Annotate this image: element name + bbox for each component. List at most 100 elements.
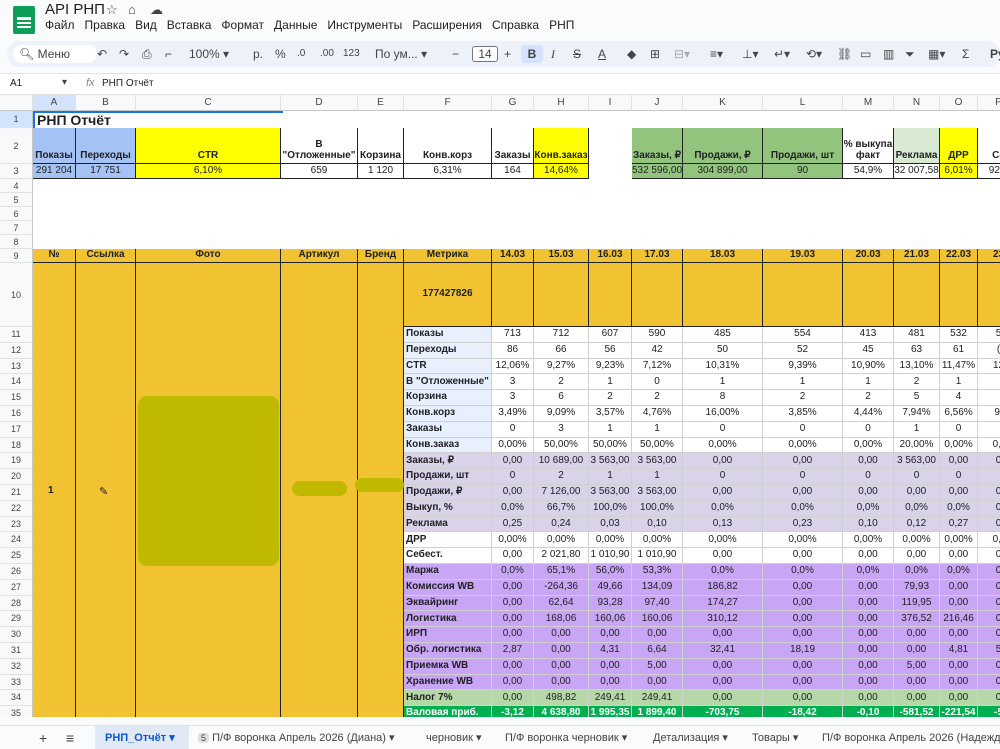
metric-value-cell[interactable]	[978, 374, 1000, 391]
metric-value-cell[interactable]: 0,00	[843, 453, 894, 470]
row-header[interactable]: 34	[0, 690, 33, 707]
formula-input[interactable]: РНП Отчёт	[102, 78, 154, 89]
metric-label-cell[interactable]: Налог 7%	[404, 690, 492, 707]
table-header-cell[interactable]: 19.03	[763, 249, 843, 263]
metric-value-cell[interactable]: 2,87	[492, 643, 534, 659]
metric-value-cell[interactable]: 134,09	[632, 579, 683, 596]
metric-value-cell[interactable]: -581,52	[894, 706, 940, 717]
metric-value-cell[interactable]: 0,00	[843, 611, 894, 628]
metric-value-cell[interactable]: 554	[763, 327, 843, 343]
metric-value-cell[interactable]: 0	[940, 469, 978, 485]
document-title[interactable]: API РНП	[45, 1, 105, 18]
text-rotation-icon[interactable]: ⟲▾	[806, 45, 822, 63]
metric-value-cell[interactable]: 9,27%	[534, 358, 589, 375]
metric-value-cell[interactable]: 16,00%	[683, 406, 763, 422]
metric-value-cell[interactable]: 0	[978, 674, 1000, 691]
column-header[interactable]: N	[894, 95, 940, 111]
metric-value-cell[interactable]: 0,0%	[492, 500, 534, 517]
metric-value-cell[interactable]: 5	[978, 643, 1000, 659]
table-header-cell[interactable]: Ссылка	[76, 249, 136, 263]
metric-value-cell[interactable]: 7 126,00	[534, 485, 589, 501]
metric-value-cell[interactable]: 7,12%	[632, 358, 683, 375]
metric-value-cell[interactable]: 0	[683, 421, 763, 438]
metric-value-cell[interactable]: 0,0%	[894, 564, 940, 580]
insert-chart-icon[interactable]: ▥	[883, 45, 894, 63]
metric-value-cell[interactable]: 0	[763, 421, 843, 438]
metric-value-cell[interactable]: 3	[534, 421, 589, 438]
cell[interactable]	[589, 263, 632, 327]
metric-value-cell[interactable]: 216,46	[940, 611, 978, 628]
metric-value-cell[interactable]: 1	[940, 374, 978, 391]
row-header[interactable]: 18	[0, 437, 33, 454]
metric-value-cell[interactable]: 0,00	[940, 595, 978, 612]
row-header[interactable]: 15	[0, 390, 33, 406]
summary-header-cell[interactable]: Показы	[33, 128, 76, 164]
row-header[interactable]: 6	[0, 207, 33, 221]
metric-value-cell[interactable]: 0	[978, 627, 1000, 643]
metric-value-cell[interactable]: 0,00%	[492, 437, 534, 454]
cell[interactable]	[978, 263, 1000, 327]
metric-value-cell[interactable]: 0	[978, 690, 1000, 707]
row-header[interactable]: 20	[0, 469, 33, 485]
summary-header-cell[interactable]: CTR	[136, 128, 281, 164]
row-header[interactable]: 21	[0, 485, 33, 501]
menu-extensions[interactable]: Расширения	[412, 18, 482, 34]
metric-value-cell[interactable]: 0,0%	[940, 564, 978, 580]
metric-value-cell[interactable]	[978, 390, 1000, 406]
metric-value-cell[interactable]: -221,54	[940, 706, 978, 717]
metric-value-cell[interactable]: -18,42	[763, 706, 843, 717]
cell[interactable]	[492, 263, 534, 327]
metric-value-cell[interactable]: 0,00%	[683, 532, 763, 549]
zoom-select[interactable]: 100% ▾	[189, 45, 229, 63]
metric-value-cell[interactable]: 0,00	[763, 579, 843, 596]
more-formats-button[interactable]: 123	[343, 45, 360, 63]
metric-value-cell[interactable]: 498,82	[534, 690, 589, 707]
metric-value-cell[interactable]: 0	[978, 516, 1000, 533]
metric-value-cell[interactable]: 1	[894, 421, 940, 438]
vertical-align-icon[interactable]: ⊥▾	[742, 45, 758, 63]
metric-value-cell[interactable]: 0,00	[632, 627, 683, 643]
summary-value-cell[interactable]: 6,31%	[404, 164, 492, 179]
metric-value-cell[interactable]: 10,31%	[683, 358, 763, 375]
metric-value-cell[interactable]: 8	[683, 390, 763, 406]
summary-value-cell[interactable]: 32 007,58	[894, 164, 940, 179]
tab-funnel-draft[interactable]: П/Ф воронка черновик ▾	[505, 726, 627, 749]
metric-value-cell[interactable]: 3 563,00	[632, 453, 683, 470]
row-header[interactable]: 29	[0, 611, 33, 628]
print-icon[interactable]: ⎙	[142, 45, 152, 63]
metric-value-cell[interactable]: 100,0%	[632, 500, 683, 517]
tab-rnp-report[interactable]: РНП_Отчёт ▾	[95, 726, 189, 749]
metric-value-cell[interactable]: 0,(	[978, 532, 1000, 549]
metric-value-cell[interactable]: 0,00	[492, 674, 534, 691]
metric-value-cell[interactable]: 168,06	[534, 611, 589, 628]
metric-value-cell[interactable]: 2	[589, 390, 632, 406]
metric-value-cell[interactable]: 3 563,00	[632, 485, 683, 501]
metric-value-cell[interactable]: 32,41	[683, 643, 763, 659]
summary-value-cell[interactable]: 6,10%	[136, 164, 281, 179]
add-sheet-icon[interactable]: +	[39, 726, 47, 749]
summary-value-cell[interactable]: 659	[281, 164, 358, 179]
metric-label-cell[interactable]: Валовая приб.	[404, 706, 492, 717]
metric-value-cell[interactable]: 0,00	[492, 579, 534, 596]
metric-value-cell[interactable]: 0,00%	[763, 532, 843, 549]
spreadsheet-grid[interactable]: A B C D E F G H I J K L M N O P 1 2 3 4 5 6 7 8 9 10 11 12 13 14 15 16 1…	[0, 95, 1000, 717]
summary-header-cell[interactable]: Переходы	[76, 128, 136, 164]
metric-value-cell[interactable]: 4,76%	[632, 406, 683, 422]
metric-value-cell[interactable]: 0,00	[940, 485, 978, 501]
table-header-cell[interactable]: 23	[978, 249, 1000, 263]
summary-value-cell[interactable]: 304 899,00	[683, 164, 763, 179]
metric-value-cell[interactable]: 0,00	[492, 485, 534, 501]
metric-value-cell[interactable]: 0,00	[763, 453, 843, 470]
horizontal-align-icon[interactable]: ≡▾	[710, 45, 723, 63]
column-header[interactable]: H	[534, 95, 589, 111]
metric-value-cell[interactable]: 0	[978, 548, 1000, 564]
summary-value-cell[interactable]: 1 120	[358, 164, 404, 179]
table-header-cell[interactable]: 21.03	[894, 249, 940, 263]
metric-value-cell[interactable]: 0	[978, 595, 1000, 612]
metric-value-cell[interactable]: 0	[843, 469, 894, 485]
menu-help[interactable]: Справка	[492, 18, 539, 34]
metric-value-cell[interactable]: 0,00%	[894, 532, 940, 549]
metric-value-cell[interactable]: 3,49%	[492, 406, 534, 422]
metric-value-cell[interactable]: 0,00	[589, 658, 632, 675]
metric-value-cell[interactable]: 0,00	[843, 643, 894, 659]
